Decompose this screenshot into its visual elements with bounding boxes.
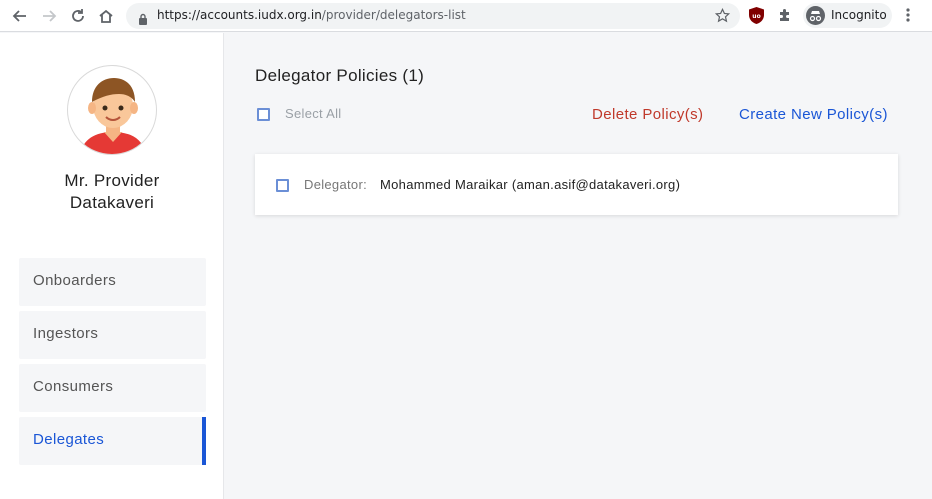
incognito-label: Incognito <box>831 8 887 22</box>
url-text: https://accounts.iudx.org.in/provider/de… <box>157 8 466 22</box>
page-title: Delegator Policies (1) <box>255 66 425 85</box>
sidebar-item-label: Onboarders <box>33 272 117 289</box>
main-content: Delegator Policies (1) Select All Delete… <box>225 33 932 499</box>
url-path: /provider/delegators-list <box>321 8 466 22</box>
user-name-line2: Datakaveri <box>69 193 155 212</box>
user-name-line1: Mr. Provider <box>64 171 160 190</box>
create-policy-button[interactable]: Create New Policy(s) <box>739 106 888 123</box>
reload-icon[interactable] <box>68 6 88 26</box>
address-bar[interactable]: https://accounts.iudx.org.in/provider/de… <box>126 3 740 29</box>
back-icon[interactable] <box>10 6 30 26</box>
avatar <box>67 65 157 155</box>
star-icon[interactable] <box>714 7 731 27</box>
sidebar-item-consumers[interactable]: Consumers <box>19 364 206 412</box>
menu-icon[interactable] <box>905 7 911 27</box>
extensions-icon[interactable] <box>777 7 793 27</box>
home-icon[interactable] <box>96 6 116 26</box>
sidebar-item-label: Consumers <box>33 378 114 395</box>
svg-text:uo: uo <box>752 13 760 20</box>
sidebar-item-label: Delegates <box>33 431 105 448</box>
lock-icon <box>138 10 148 29</box>
policy-checkbox[interactable] <box>276 179 289 192</box>
user-name: Mr. Provider Datakaveri <box>0 170 224 214</box>
select-all-label: Select All <box>285 106 342 121</box>
forward-icon[interactable] <box>39 6 59 26</box>
policy-card: Delegator: Mohammed Maraikar (aman.asif@… <box>255 154 898 215</box>
sidebar-item-onboarders[interactable]: Onboarders <box>19 258 206 306</box>
browser-toolbar: https://accounts.iudx.org.in/provider/de… <box>0 0 932 32</box>
url-host: https://accounts.iudx.org.in <box>157 8 322 22</box>
incognito-badge[interactable]: Incognito <box>803 3 892 28</box>
select-all-checkbox[interactable] <box>257 108 270 121</box>
sidebar: Mr. Provider Datakaveri Onboarders Inges… <box>0 33 224 499</box>
incognito-icon <box>806 6 825 25</box>
sidebar-item-delegates[interactable]: Delegates <box>19 417 206 465</box>
ublock-icon[interactable]: uo <box>749 7 764 24</box>
delete-policy-button[interactable]: Delete Policy(s) <box>592 106 703 123</box>
sidebar-item-label: Ingestors <box>33 325 99 342</box>
sidebar-item-ingestors[interactable]: Ingestors <box>19 311 206 359</box>
policy-delegator: Mohammed Maraikar (aman.asif@datakaveri.… <box>380 177 681 192</box>
policy-label: Delegator: <box>304 177 367 192</box>
